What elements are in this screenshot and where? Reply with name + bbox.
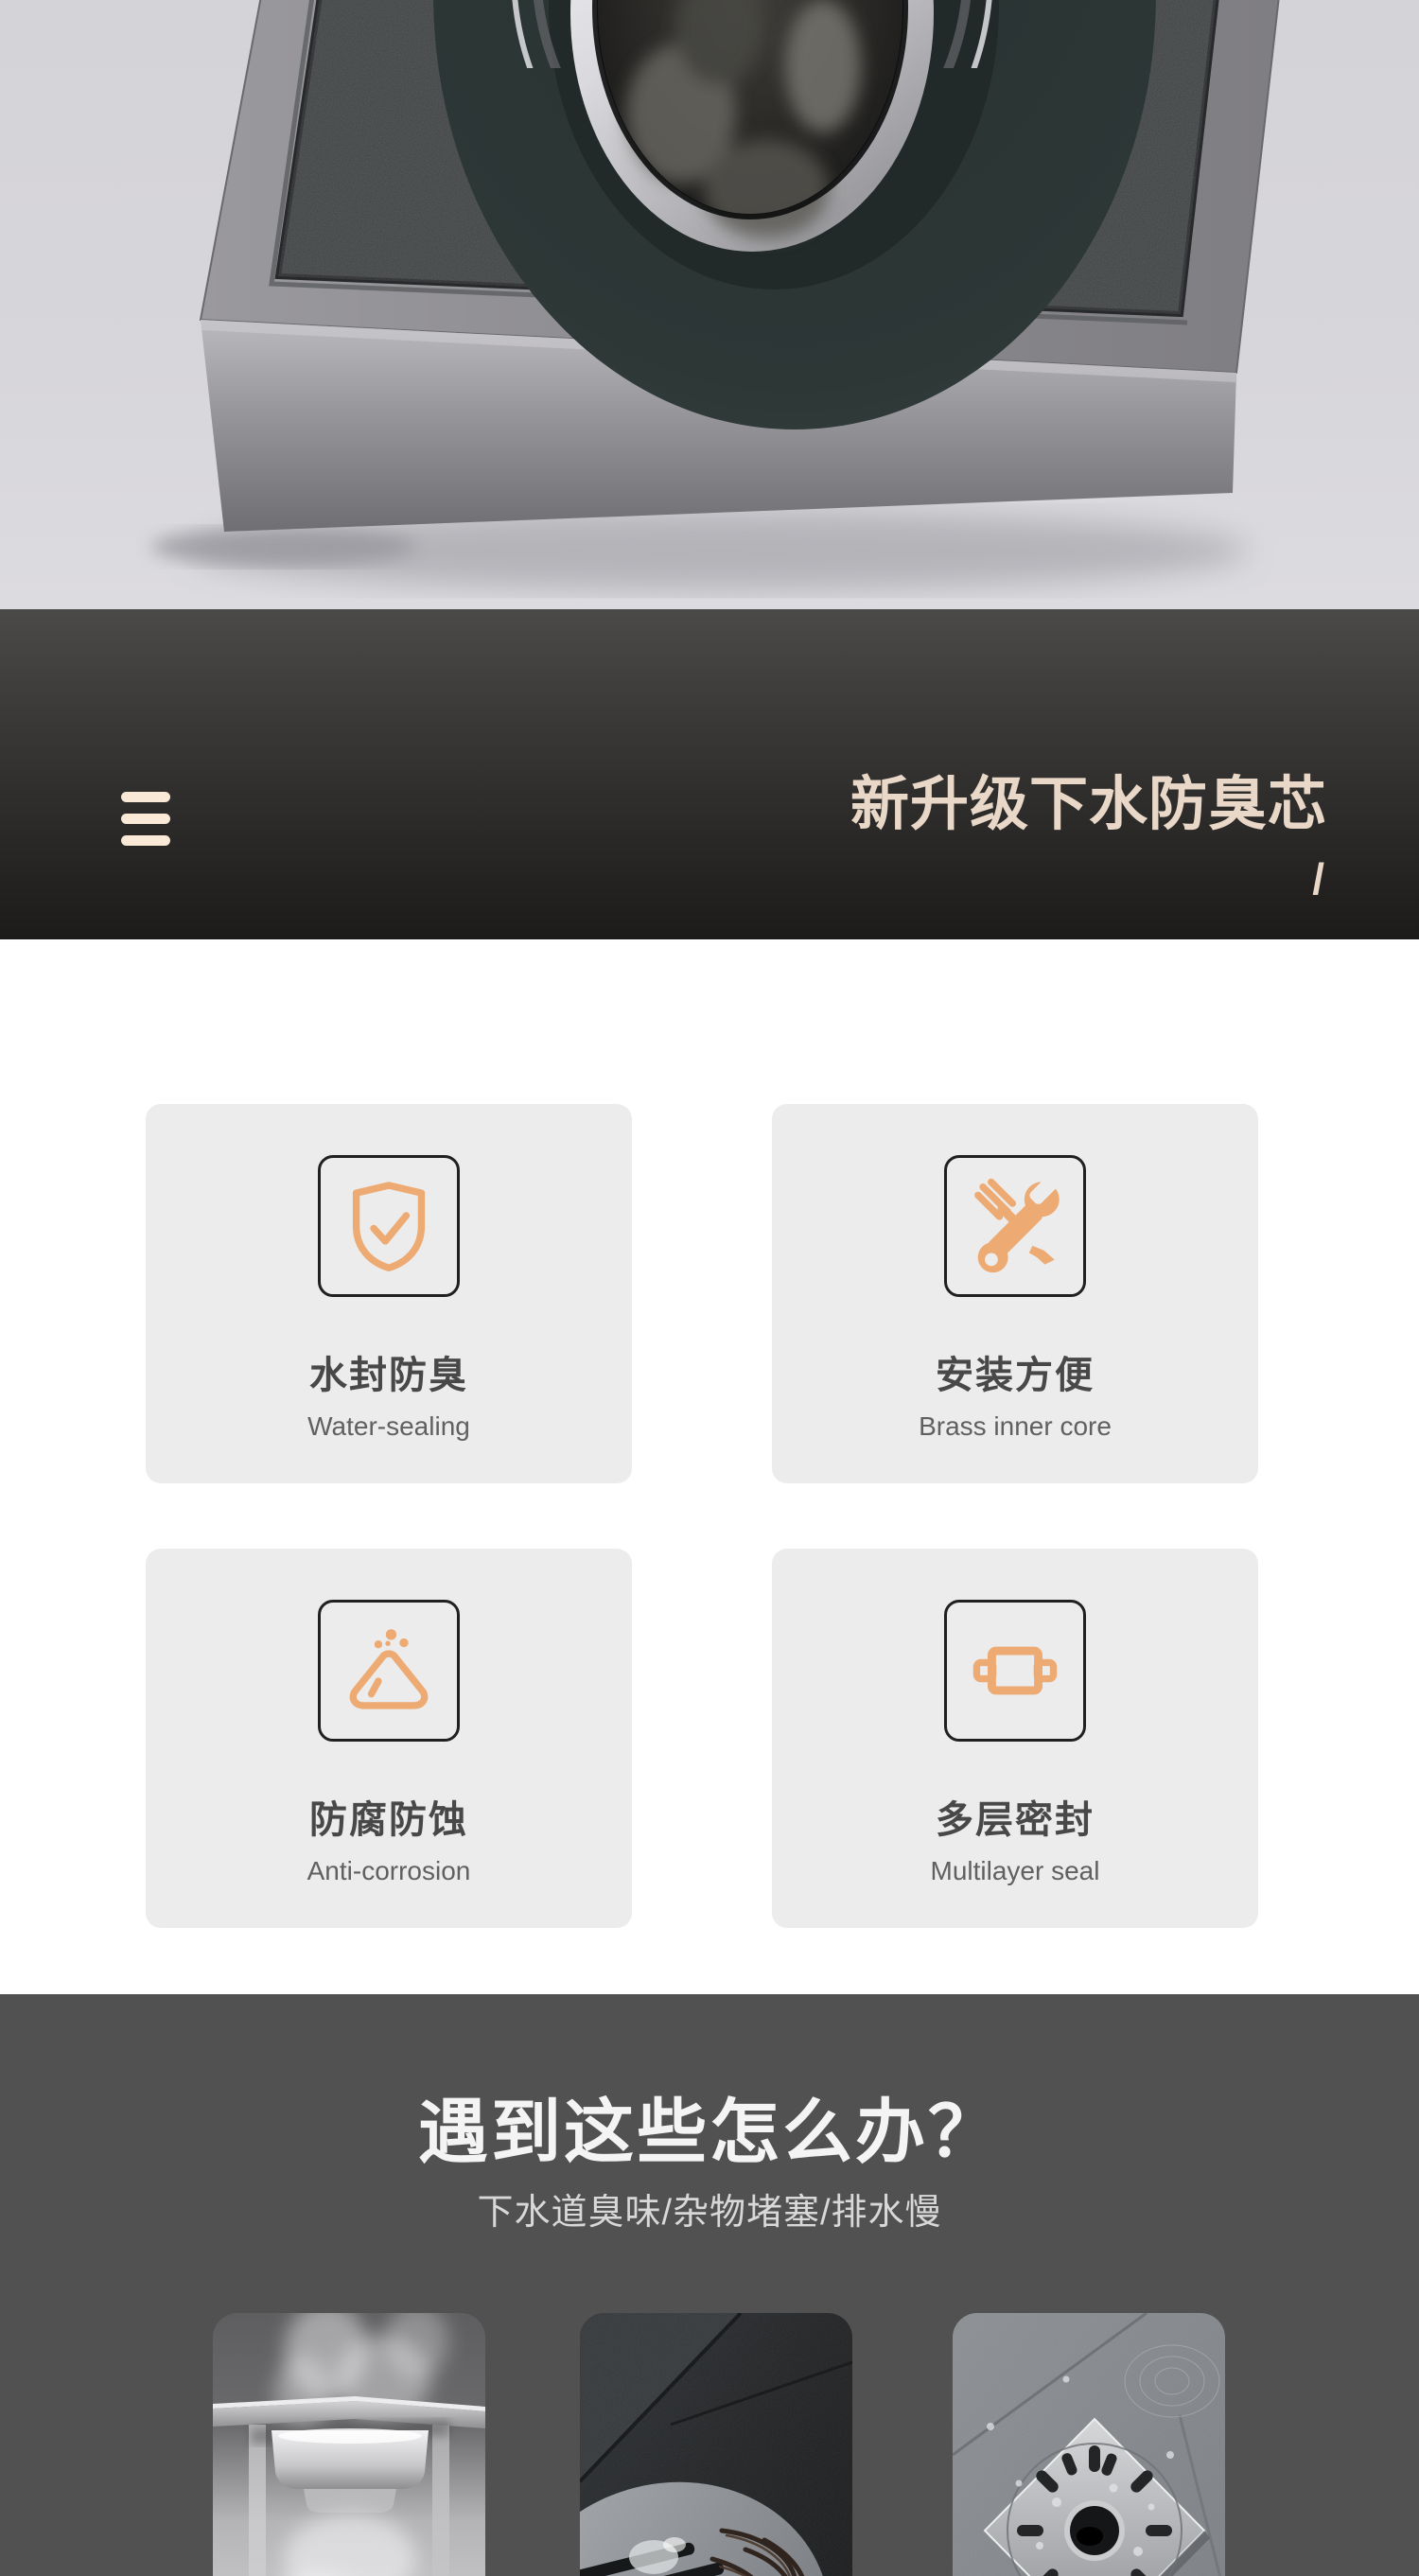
hero-photo-section (0, 0, 1419, 609)
feature-title: 安装方便 (772, 1344, 1258, 1399)
banner-slash: / (1312, 853, 1324, 904)
icon-frame (318, 1600, 460, 1742)
icon-frame (318, 1155, 460, 1297)
page: 新升级下水防臭芯 / 水封防臭 Water-sealing (0, 0, 1419, 2576)
feature-card-anti-corrosion: 防腐防蚀 Anti-corrosion (146, 1549, 632, 1928)
feature-card-easy-install: 安装方便 Brass inner core (772, 1104, 1258, 1483)
gasket-icon (959, 1615, 1071, 1726)
icon-frame (944, 1600, 1086, 1742)
floor-drain-product-photo (0, 0, 1419, 609)
feature-card-multilayer-seal: 多层密封 Multilayer seal (772, 1549, 1258, 1928)
title-banner: 新升级下水防臭芯 / (0, 609, 1419, 939)
feature-card-water-sealing: 水封防臭 Water-sealing (146, 1104, 632, 1483)
icon-frame (944, 1155, 1086, 1297)
banner-title: 新升级下水防臭芯 (850, 774, 1327, 835)
problems-subtitle: 下水道臭味/杂物堵塞/排水慢 (0, 2182, 1419, 2234)
problems-section: 遇到这些怎么办？ 下水道臭味/杂物堵塞/排水慢 (0, 1994, 1419, 2576)
menu-icon[interactable] (121, 792, 170, 846)
feature-subtitle: Brass inner core (772, 1411, 1258, 1442)
feature-subtitle: Anti-corrosion (146, 1856, 632, 1886)
feature-title: 防腐防蚀 (146, 1789, 632, 1844)
feature-title: 多层密封 (772, 1789, 1258, 1844)
features-grid: 水封防臭 Water-sealing (0, 939, 1419, 1994)
sewer-odor-photo (213, 2313, 485, 2576)
tools-icon (959, 1170, 1071, 1282)
slow-drain-photo (953, 2313, 1225, 2576)
debris-clog-photo (580, 2313, 852, 2576)
shield-check-icon (333, 1170, 445, 1282)
feature-subtitle: Water-sealing (146, 1411, 632, 1442)
feature-subtitle: Multilayer seal (772, 1856, 1258, 1886)
problems-title: 遇到这些怎么办？ (0, 2076, 1419, 2177)
feature-title: 水封防臭 (146, 1344, 632, 1399)
mound-icon (333, 1615, 445, 1726)
